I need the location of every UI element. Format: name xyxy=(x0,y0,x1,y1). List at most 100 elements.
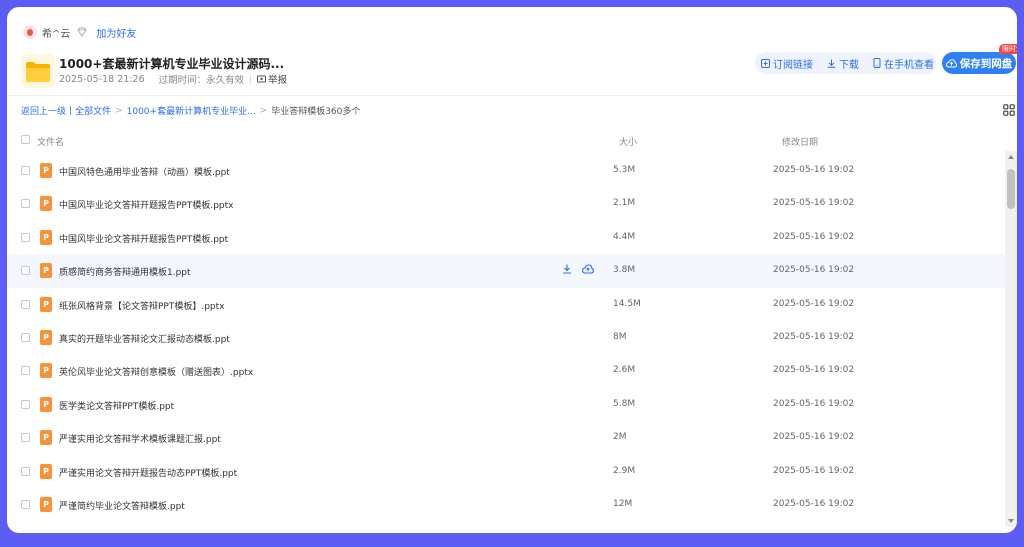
share-expiry: 过期时间：永久有效 xyxy=(158,75,245,86)
row-checkbox[interactable] xyxy=(21,366,30,376)
sharer-info: 希^云 加为好友 xyxy=(23,24,136,40)
file-name[interactable]: 英伦风毕业论文答辩创意模板（赠送图表）.pptx xyxy=(59,365,253,378)
scroll-up-arrow[interactable] xyxy=(1008,155,1014,159)
save-label: 保存到网盘 xyxy=(959,57,1013,70)
file-size: 5.8M xyxy=(613,398,636,409)
share-title: 1000+套最新计算机专业毕业设计源码... xyxy=(59,57,285,71)
row-checkbox[interactable] xyxy=(21,266,30,276)
file-row[interactable]: P 严谨简约毕业论文答辩模板.ppt 12M 2025-05-16 19:02 xyxy=(7,488,1005,521)
header-date[interactable]: 修改日期 xyxy=(782,135,818,148)
breadcrumb-back[interactable]: 返回上一级 xyxy=(21,104,66,117)
file-row[interactable]: P 中国风毕业论文答辩开题报告PPT模板.ppt 4.4M 2025-05-16 19… xyxy=(7,221,1005,254)
row-actions xyxy=(562,264,604,274)
file-name[interactable]: 严谨实用论文答辩学术模板课题汇报.ppt xyxy=(59,432,221,445)
row-checkbox[interactable] xyxy=(21,499,30,509)
cloud-save-icon[interactable] xyxy=(582,264,594,274)
row-checkbox[interactable] xyxy=(21,299,30,309)
row-checkbox[interactable] xyxy=(21,332,30,342)
ppt-file-icon: P xyxy=(40,229,52,245)
file-row[interactable]: P严谨动态毕业论文答辩模板.ppt6.1M2025-05-16 19:02 xyxy=(7,521,1005,526)
file-row[interactable]: P 质感简约商务答辩通用模板1.ppt 3.8M 2025-05-16 19:02 xyxy=(7,254,1005,288)
file-name[interactable]: 中国风毕业论文答辩开题报告PPT模板.pptx xyxy=(59,198,234,211)
share-actions: 订阅链接 下载 在手机查看 xyxy=(755,52,937,74)
file-date: 2025-05-16 19:02 xyxy=(773,265,855,276)
subscribe-label: 订阅链接 xyxy=(773,59,813,71)
mobile-label: 在手机查看 xyxy=(884,59,934,71)
ppt-file-icon: P xyxy=(40,329,52,345)
file-name[interactable]: 真实的开题毕业答辩论文汇报动态模板.ppt xyxy=(59,332,230,345)
scroll-thumb[interactable] xyxy=(1007,169,1015,209)
ppt-file-icon: P xyxy=(40,196,52,212)
file-size: 5.3M xyxy=(613,165,636,175)
row-checkbox[interactable] xyxy=(21,166,30,175)
file-date: 2025-05-16 19:02 xyxy=(773,498,855,509)
report-label: 举报 xyxy=(268,75,288,86)
row-checkbox[interactable] xyxy=(21,433,30,443)
user-avatar[interactable] xyxy=(23,25,37,39)
file-size: 4.4M xyxy=(613,231,636,242)
file-row[interactable]: P 严谨实用论文答辩学术模板课题汇报.ppt 2M 2025-05-16 19:02 xyxy=(7,421,1005,454)
file-row[interactable]: P 纸张风格背景【论文答辩PPT模板】.pptx 14.5M 2025-05-16 1… xyxy=(7,288,1005,321)
row-checkbox[interactable] xyxy=(21,232,30,242)
grid-view-icon[interactable] xyxy=(1003,104,1015,116)
folder-icon xyxy=(21,54,55,88)
cloud-save-icon xyxy=(945,58,957,67)
save-to-drive-button[interactable]: 保存到网盘 xyxy=(942,52,1016,74)
file-date: 2025-05-16 19:02 xyxy=(773,298,855,309)
breadcrumb: 返回上一级 | 全部文件 > 1000+套最新计算机专业毕业... > 毕业答辩… xyxy=(21,104,361,118)
breadcrumb-all-files[interactable]: 全部文件 xyxy=(75,104,111,117)
row-checkbox[interactable] xyxy=(21,466,30,476)
breadcrumb-folder[interactable]: 1000+套最新计算机专业毕业... xyxy=(127,104,256,117)
file-name[interactable]: 严谨简约毕业论文答辩模板.ppt xyxy=(59,499,185,512)
diamond-icon xyxy=(77,27,88,37)
header-size[interactable]: 大小 xyxy=(619,135,637,148)
file-row[interactable]: P 英伦风毕业论文答辩创意模板（赠送图表）.pptx 2.6M 2025-05-16 … xyxy=(7,354,1005,387)
scroll-down-arrow[interactable] xyxy=(1008,519,1014,523)
file-size: 14.5M xyxy=(613,298,641,309)
limited-time-badge: 限时免 xyxy=(999,44,1017,54)
header-divider xyxy=(7,95,1017,96)
ppt-file-icon: P xyxy=(40,496,52,512)
file-size: 2.6M xyxy=(613,365,636,376)
file-name[interactable]: 中国风特色通用毕业答辩（动画）模板.ppt xyxy=(59,165,230,178)
file-row[interactable]: P 严谨实用论文答辩开题报告动态PPT模板.ppt 2.9M 2025-05-16 1… xyxy=(7,455,1005,488)
file-date: 2025-05-16 19:02 xyxy=(773,398,855,409)
download-icon xyxy=(827,59,836,68)
row-checkbox[interactable] xyxy=(21,399,30,409)
share-meta: 2025-05-18 21:26 过期时间：永久有效 举报 xyxy=(59,72,287,87)
header-name[interactable]: 文件名 xyxy=(37,135,64,148)
file-name[interactable]: 严谨实用论文答辩开题报告动态PPT模板.ppt xyxy=(59,466,237,479)
file-size: 2.1M xyxy=(613,198,636,209)
file-name[interactable]: 纸张风格背景【论文答辩PPT模板】.pptx xyxy=(59,299,225,312)
file-date: 2025-05-16 19:02 xyxy=(773,198,855,209)
row-checkbox[interactable] xyxy=(21,199,30,209)
file-date: 2025-05-16 19:02 xyxy=(773,432,855,443)
file-row[interactable]: P 医学类论文答辩PPT模板.ppt 5.8M 2025-05-16 19:02 xyxy=(7,388,1005,421)
file-row[interactable]: P 中国风毕业论文答辩开题报告PPT模板.pptx 2.1M 2025-05-16 1… xyxy=(7,187,1005,220)
file-row[interactable]: P 中国风特色通用毕业答辩（动画）模板.ppt 5.3M 2025-05-16 19:… xyxy=(7,154,1005,187)
file-date: 2025-05-16 19:02 xyxy=(773,165,855,175)
share-date: 2025-05-18 21:26 xyxy=(59,73,145,85)
file-name[interactable]: 医学类论文答辩PPT模板.ppt xyxy=(59,399,174,412)
subscribe-link-button[interactable]: 订阅链接 xyxy=(761,56,813,71)
ppt-file-icon: P xyxy=(40,263,52,279)
add-friend-link[interactable]: 加为好友 xyxy=(96,25,136,40)
select-all-checkbox[interactable] xyxy=(21,135,30,144)
file-list-scrollbar[interactable] xyxy=(1005,151,1017,527)
ppt-file-icon: P xyxy=(40,163,52,178)
file-name[interactable]: 中国风毕业论文答辩开题报告PPT模板.ppt xyxy=(59,232,228,245)
file-name[interactable]: 质感简约商务答辩通用模板1.ppt xyxy=(59,265,191,278)
download-icon[interactable] xyxy=(562,264,572,274)
file-row[interactable]: P 真实的开题毕业答辩论文汇报动态模板.ppt 8M 2025-05-16 19:02 xyxy=(7,321,1005,354)
view-on-mobile-button[interactable]: 在手机查看 xyxy=(873,56,934,71)
user-name[interactable]: 希^云 xyxy=(42,25,70,40)
report-link[interactable]: 举报 xyxy=(257,72,287,86)
ppt-file-icon: P xyxy=(40,363,52,379)
ppt-file-icon: P xyxy=(40,296,52,312)
file-date: 2025-05-16 19:02 xyxy=(773,331,855,342)
file-date: 2025-05-16 19:02 xyxy=(773,231,855,242)
ppt-file-icon: P xyxy=(40,430,52,446)
file-size: 8M xyxy=(613,331,627,342)
file-date: 2025-05-16 19:02 xyxy=(773,365,855,376)
download-button[interactable]: 下载 xyxy=(827,56,859,71)
